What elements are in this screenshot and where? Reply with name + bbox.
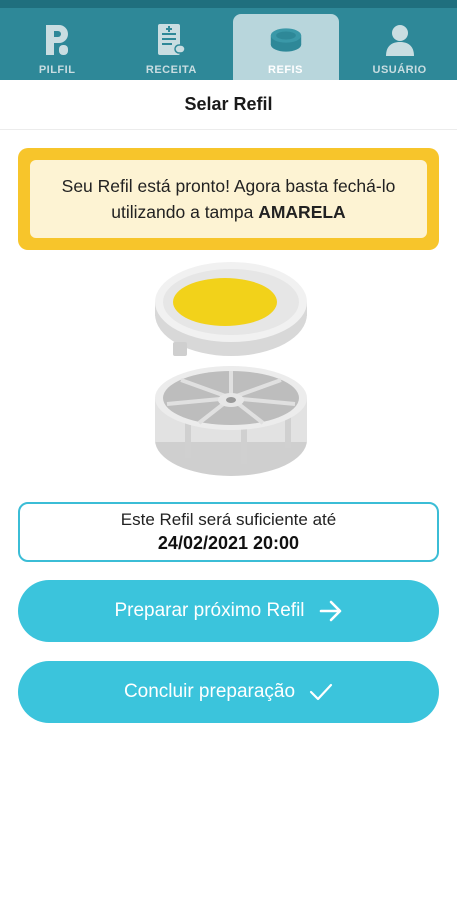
refil-duration-box: Este Refil será suficiente até 24/02/202… xyxy=(18,502,439,562)
tab-usuario[interactable]: USUÁRIO xyxy=(343,14,457,80)
finish-preparation-button[interactable]: Concluir preparação xyxy=(18,661,439,723)
tab-bar: PILFIL RECEITA REFIS USUÁRIO xyxy=(0,14,457,80)
tab-label: USUÁRIO xyxy=(372,64,427,76)
user-icon xyxy=(383,22,417,58)
tab-label: REFIS xyxy=(268,64,303,76)
pill-case-icon xyxy=(269,22,303,58)
prescription-icon xyxy=(154,22,188,58)
ready-notice: Seu Refil está pronto! Agora basta fechá… xyxy=(18,148,439,250)
tab-label: PILFIL xyxy=(38,64,76,76)
top-navigation-bar: PILFIL RECEITA REFIS USUÁRIO xyxy=(0,0,457,80)
page-title: Selar Refil xyxy=(184,94,273,114)
notice-highlight: AMARELA xyxy=(258,202,346,222)
tab-refis[interactable]: REFIS xyxy=(232,14,339,80)
duration-date: 24/02/2021 20:00 xyxy=(157,533,300,553)
tab-pilfil[interactable]: PILFIL xyxy=(0,14,114,80)
pilfil-logo-icon xyxy=(40,22,74,58)
notice-message: Seu Refil está pronto! Agora basta fechá… xyxy=(40,173,417,225)
refil-case-illustration xyxy=(145,262,317,492)
page-header: Selar Refil xyxy=(0,80,457,130)
tab-label: RECEITA xyxy=(145,64,197,76)
arrow-right-icon xyxy=(319,600,343,622)
duration-label: Este Refil será suficiente até xyxy=(120,510,337,529)
finish-preparation-label: Concluir preparação xyxy=(123,681,296,702)
tab-receita[interactable]: RECEITA xyxy=(114,14,228,80)
status-strip xyxy=(0,0,457,8)
prepare-next-refil-button[interactable]: Preparar próximo Refil xyxy=(18,580,439,642)
checkmark-icon xyxy=(309,682,333,702)
prepare-next-label: Preparar próximo Refil xyxy=(114,600,305,621)
notice-inner: Seu Refil está pronto! Agora basta fechá… xyxy=(30,160,427,238)
